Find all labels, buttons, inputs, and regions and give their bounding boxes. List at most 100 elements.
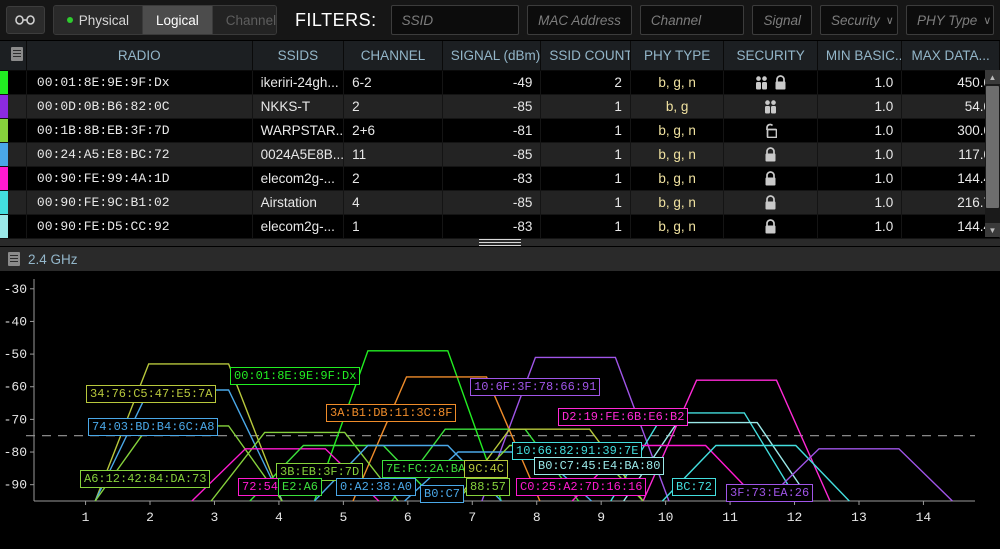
filter-channel[interactable]: Channel [639,5,745,35]
row-color-indicator [0,94,9,119]
header-channel[interactable]: CHANNEL [343,41,443,71]
table-row[interactable]: 00:24:A5:E8:BC:72 0024A5E8B... 11 -85 1 b, g,… [0,142,1000,167]
cell-ssid-count: 1 [540,118,631,143]
table-row[interactable]: 00:1B:8B:EB:3F:7D WARPSTAR... 2+6 -81 1 b, g,… [0,118,1000,143]
scrollbar-thumb[interactable] [986,86,999,208]
y-axis-tick: -50 [4,347,27,362]
x-axis-tick: 12 [787,510,803,525]
row-icon-cell [8,142,27,167]
cell-ssid: NKKS-T [252,94,345,119]
row-icon-cell [8,166,27,191]
filter-signal-placeholder: Signal [763,12,802,28]
scroll-up-icon[interactable]: ▲ [985,70,1000,84]
filter-phy-type[interactable]: PHY Type ∨ [906,5,995,35]
cell-channel: 2 [343,166,443,191]
scroll-down-icon[interactable]: ▼ [985,223,1000,237]
cell-security [723,214,818,239]
link-icon[interactable] [6,6,45,34]
header-ssid-count[interactable]: SSID COUNT [540,41,631,71]
filter-ssid[interactable]: SSID [390,5,520,35]
cell-signal: -81 [442,118,542,143]
cell-ssid-count: 1 [540,166,631,191]
series-label[interactable]: A6:12:42:84:DA:73 [80,470,211,488]
cell-channel: 2+6 [343,118,443,143]
series-label[interactable]: 9C:4C [464,460,509,478]
table-row[interactable]: 00:90:FE:9C:B1:02 Airstation 4 -85 1 b, g, n 1… [0,190,1000,215]
cell-ssid: Airstation [252,190,345,215]
people-icon [756,75,768,89]
x-axis-tick: 3 [211,510,219,525]
series-label[interactable]: B0:C7:45:E4:BA:80 [534,457,665,475]
filter-signal[interactable]: Signal [752,5,813,35]
header-security[interactable]: SECURITY [723,41,818,71]
y-axis-tick: -60 [4,380,27,395]
cell-channel: 11 [343,142,443,167]
view-mode-segmented-control: Physical Logical Channels [52,5,277,35]
table-row[interactable]: 00:90:FE:D5:CC:92 elecom2g-... 1 -83 1 b, g, … [0,214,1000,239]
header-doc-icon-cell [8,41,27,71]
filter-channel-placeholder: Channel [650,12,702,28]
series-label[interactable]: E2:A6 [278,478,323,496]
radio-table: RADIO SSIDS CHANNEL SIGNAL (dBm) SSID CO… [0,41,1000,239]
series-label[interactable]: C0:25:A2:7D:16:16 [516,478,647,496]
x-axis-tick: 1 [82,510,90,525]
row-icon-cell [8,94,27,119]
y-axis-tick: -70 [4,412,27,427]
cell-security [723,190,818,215]
table-vertical-scrollbar[interactable]: ▲ ▼ [985,70,1000,237]
series-label[interactable]: 88:57 [466,478,511,496]
filter-security[interactable]: Security ∨ [820,5,899,35]
cell-signal: -83 [442,214,542,239]
panel-splitter[interactable] [0,237,1000,247]
row-color-indicator [0,142,9,167]
table-row[interactable]: 00:90:FE:99:4A:1D elecom2g-... 2 -83 1 b, g, … [0,166,1000,191]
cell-radio: 00:01:8E:9E:9F:Dx [26,70,253,95]
row-color-indicator [0,214,9,239]
row-color-indicator [0,190,9,215]
splitter-grip[interactable] [479,238,521,246]
cell-phy-type: b, g, n [630,142,725,167]
series-label[interactable]: 00:01:8E:9E:9F:Dx [230,367,361,385]
series-label[interactable]: 3F:73:EA:26 [726,484,814,502]
cell-min-basic: 1.0 [817,166,903,191]
header-min-basic[interactable]: MIN BASIC... [817,41,903,71]
cell-channel: 6-2 [343,70,443,95]
cell-phy-type: b, g, n [630,190,725,215]
mode-physical[interactable]: Physical [53,6,143,34]
series-label[interactable]: B0:C7 [420,485,465,503]
series-label[interactable]: 7E:FC:2A:BA [382,460,470,478]
lock-closed-icon [765,170,776,185]
series-label[interactable]: 34:76:C5:47:E5:7A [86,385,217,403]
header-phy-type[interactable]: PHY TYPE [630,41,725,71]
series-label[interactable]: 10:6F:3F:78:66:91 [470,378,601,396]
row-color-indicator [0,70,9,95]
cell-ssid-count: 1 [540,190,631,215]
cell-radio: 00:90:FE:D5:CC:92 [26,214,253,239]
document-icon [8,252,20,266]
mode-physical-label: Physical [78,12,129,28]
header-radio[interactable]: RADIO [26,41,253,71]
cell-ssid-count: 1 [540,142,631,167]
series-label[interactable]: BC:72 [672,478,717,496]
cell-ssid: 0024A5E8B... [252,142,345,167]
x-axis-tick: 4 [275,510,283,525]
table-row[interactable]: 00:01:8E:9E:9F:Dx ikeriri-24gh... 6-2 -49 2 b… [0,70,1000,95]
series-label[interactable]: 3A:B1:DB:11:3C:8F [326,404,457,422]
header-max-data[interactable]: MAX DATA... [901,41,1000,71]
cell-phy-type: b, g, n [630,118,725,143]
series-label[interactable]: D2:19:FE:6B:E6:B2 [558,408,689,426]
filters-label: FILTERS: [294,9,377,30]
filter-mac-address[interactable]: MAC Address [527,5,632,35]
spectrum-chart[interactable]: -30 -40 -50 -60 -70 -80 -90 1 2 3 4 5 6 7 8 9 10 11 12 13 14… [0,271,1000,537]
header-ssids[interactable]: SSIDS [252,41,345,71]
cell-radio: 00:90:FE:99:4A:1D [26,166,253,191]
series-label[interactable]: 0:A2:38:A0 [336,478,417,496]
cell-min-basic: 1.0 [817,142,903,167]
mode-logical[interactable]: Logical [143,6,213,34]
table-row[interactable]: 00:0D:0B:B6:82:0C NKKS-T 2 -85 1 b, g 1.0 54.0 [0,94,1000,119]
document-icon [11,46,24,61]
row-color-indicator [0,118,9,143]
series-label[interactable]: 72:54 [238,478,283,496]
series-label[interactable]: 74:03:BD:B4:6C:A8 [88,418,219,436]
header-signal[interactable]: SIGNAL (dBm) [442,41,542,71]
